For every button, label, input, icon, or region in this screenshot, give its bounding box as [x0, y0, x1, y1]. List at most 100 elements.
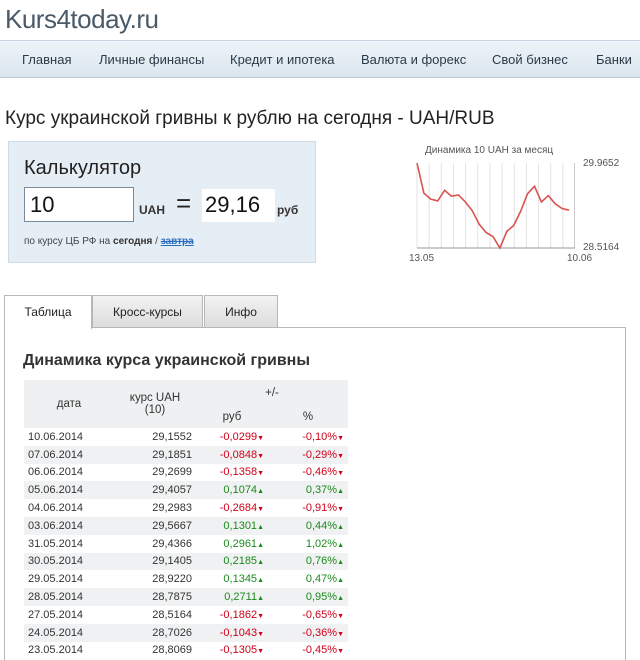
sparkline-start-label: 13.05 — [409, 253, 435, 264]
row-rate: 28,5164 — [152, 608, 192, 621]
nav-item-own-business[interactable]: Свой бизнес — [492, 52, 568, 67]
row-date: 23.05.2014 — [28, 644, 84, 657]
row-date: 30.05.2014 — [24, 552, 114, 571]
table-row: 03.06.2014 29,5667 0,1301▲ 0,44%▲ — [24, 516, 348, 535]
row-date: 05.06.2014 — [24, 481, 114, 500]
row-rate: 29,4057 — [114, 481, 196, 500]
tab-cross-rates[interactable]: Кросс-курсы — [92, 295, 203, 328]
arrow-down-icon: ▼ — [257, 630, 264, 638]
row-change-pct: -0,29%▼ — [268, 445, 348, 464]
row-change-rub: 0,1345▲ — [223, 573, 264, 586]
row-change-rub: -0,2684▼ — [219, 502, 264, 515]
row-rate: 29,5667 — [114, 516, 196, 535]
sparkline-max-label: 29.9652 — [583, 158, 620, 169]
row-change-rub: -0,0848▼ — [196, 445, 268, 464]
arrow-down-icon: ▼ — [257, 612, 264, 620]
amount-input[interactable] — [24, 187, 134, 222]
row-change-pct: -0,45%▼ — [302, 644, 344, 657]
to-currency-label: руб — [277, 203, 299, 217]
table-row: 28.05.2014 28,7875 0,2711▲ 0,95%▲ — [24, 588, 348, 606]
row-change-pct: -0,36%▼ — [268, 623, 348, 642]
sparkline-chart — [416, 162, 575, 250]
arrow-down-icon: ▼ — [257, 506, 264, 514]
table-row: 27.05.2014 28,5164 -0,1862▼ -0,65%▼ — [24, 606, 348, 624]
row-change-rub: 0,2185▲ — [196, 552, 268, 571]
tomorrow-link[interactable]: завтра — [161, 236, 194, 247]
arrow-up-icon: ▲ — [257, 595, 264, 603]
table-row: 23.05.2014 28,8069 -0,1305▼ -0,45%▼ — [24, 642, 348, 660]
row-date: 06.06.2014 — [28, 466, 84, 479]
row-change-pct: 0,95%▲ — [268, 588, 348, 606]
row-change-pct: -0,91%▼ — [302, 502, 344, 515]
row-date: 29.05.2014 — [28, 573, 84, 586]
arrow-down-icon: ▼ — [337, 452, 344, 460]
arrow-up-icon: ▲ — [337, 559, 344, 567]
header-rate: курс UAH (10) — [114, 380, 196, 428]
note-separator: / — [155, 236, 158, 247]
arrow-down-icon: ▼ — [337, 648, 344, 656]
header-rate-sub: (10) — [144, 404, 166, 416]
tab-info[interactable]: Инфо — [204, 295, 278, 328]
tab-table[interactable]: Таблица — [4, 295, 92, 329]
site-logo[interactable]: Kurs4today.ru — [5, 4, 159, 35]
arrow-down-icon: ▼ — [337, 612, 344, 620]
table-row: 05.06.2014 29,4057 0,1074▲ 0,37%▲ — [24, 481, 348, 500]
row-change-rub: -0,1862▼ — [219, 608, 264, 621]
row-change-pct: 0,37%▲ — [268, 481, 348, 500]
row-rate: 28,9220 — [152, 573, 192, 586]
rate-source-note: по курсу ЦБ РФ на сегодня / завтра — [24, 236, 194, 247]
header-rate-label: курс UAH — [129, 392, 181, 404]
header-date: дата — [24, 380, 114, 428]
arrow-down-icon: ▼ — [257, 470, 264, 478]
arrow-down-icon: ▼ — [337, 470, 344, 478]
row-change-pct: -0,10%▼ — [302, 430, 344, 443]
nav-item-credit-mortgage[interactable]: Кредит и ипотека — [230, 52, 335, 67]
arrow-up-icon: ▲ — [337, 541, 344, 549]
header-change: +/- — [196, 380, 348, 406]
nav-item-banks[interactable]: Банки — [596, 52, 632, 67]
table-row: 10.06.2014 29,1552 -0,0299▼ -0,10%▼ — [24, 428, 348, 446]
arrow-up-icon: ▲ — [257, 541, 264, 549]
row-date: 24.05.2014 — [24, 623, 114, 642]
row-change-rub: 0,2961▲ — [223, 537, 264, 550]
table-row: 24.05.2014 28,7026 -0,1043▼ -0,36%▼ — [24, 623, 348, 642]
row-date: 04.06.2014 — [28, 502, 84, 515]
table-row: 07.06.2014 29,1851 -0,0848▼ -0,29%▼ — [24, 445, 348, 464]
table-row: 31.05.2014 29,4366 0,2961▲ 1,02%▲ — [24, 535, 348, 553]
row-change-rub: 0,2711▲ — [196, 588, 268, 606]
arrow-down-icon: ▼ — [337, 434, 344, 442]
nav-item-home[interactable]: Главная — [22, 52, 71, 67]
rates-table: дата курс UAH (10) +/- руб % 10.06.2014 2… — [24, 380, 348, 659]
from-currency-label: UAH — [139, 203, 165, 217]
note-today: сегодня — [113, 236, 153, 247]
arrow-up-icon: ▲ — [257, 577, 264, 585]
row-rate: 29,2983 — [152, 502, 192, 515]
header-rub: руб — [196, 406, 268, 428]
nav-item-currency-forex[interactable]: Валюта и форекс — [361, 52, 466, 67]
row-change-rub: 0,1301▲ — [196, 516, 268, 535]
dynamics-title: Динамика курса украинской гривны — [23, 352, 310, 369]
nav-item-personal-finance[interactable]: Личные финансы — [99, 52, 204, 67]
table-row: 04.06.2014 29,2983 -0,2684▼ -0,91%▼ — [24, 499, 348, 517]
arrow-down-icon: ▼ — [337, 506, 344, 514]
row-date: 28.05.2014 — [24, 588, 114, 606]
row-date: 10.06.2014 — [28, 430, 84, 443]
row-date: 03.06.2014 — [24, 516, 114, 535]
row-rate: 29,1405 — [114, 552, 196, 571]
header-pct: % — [268, 406, 348, 428]
arrow-up-icon: ▲ — [257, 488, 264, 496]
row-rate: 28,8069 — [152, 644, 192, 657]
equals-sign: = — [176, 188, 192, 218]
row-date: 07.06.2014 — [24, 445, 114, 464]
sparkline-series-line — [416, 162, 570, 250]
row-change-rub: -0,1358▼ — [219, 466, 264, 479]
main-nav: Главная Личные финансы Кредит и ипотека … — [0, 40, 640, 78]
row-rate: 29,2699 — [152, 466, 192, 479]
row-rate: 28,7875 — [114, 588, 196, 606]
row-change-rub: -0,1305▼ — [219, 644, 264, 657]
row-rate: 29,4366 — [152, 537, 192, 550]
table-row: 06.06.2014 29,2699 -0,1358▼ -0,46%▼ — [24, 464, 348, 482]
arrow-down-icon: ▼ — [257, 648, 264, 656]
row-change-rub: -0,1043▼ — [196, 623, 268, 642]
arrow-up-icon: ▲ — [337, 523, 344, 531]
